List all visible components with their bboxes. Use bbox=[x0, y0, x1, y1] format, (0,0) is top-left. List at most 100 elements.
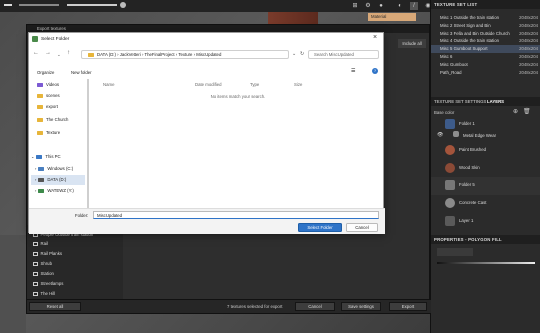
column-header-size[interactable]: Size bbox=[294, 82, 302, 87]
checkbox[interactable] bbox=[33, 271, 38, 277]
checklist-item[interactable]: Station bbox=[33, 269, 54, 278]
organize-menu[interactable]: Organize bbox=[37, 70, 54, 75]
column-header-name[interactable]: Name bbox=[103, 82, 114, 87]
flow-slider-track[interactable] bbox=[19, 4, 59, 6]
layer-row[interactable]: Layer 1 bbox=[431, 213, 540, 231]
brush-size-slider-track[interactable] bbox=[4, 4, 12, 6]
chevron-right-icon: › bbox=[35, 177, 37, 182]
tab-layers[interactable]: LAYERS bbox=[487, 97, 504, 106]
dialog-footer: Folder: MiscUpdated Select Folder Cancel bbox=[29, 208, 385, 234]
texture-set-item[interactable]: Misc 2 Street Sign and Bin 2048x204 bbox=[431, 22, 540, 30]
folder-icon bbox=[37, 117, 43, 123]
folder-name-input[interactable]: MiscUpdated bbox=[93, 211, 379, 219]
nav-item[interactable]: scenes bbox=[37, 91, 60, 101]
checkbox[interactable] bbox=[33, 281, 38, 287]
checklist-item[interactable]: Rail Planks bbox=[33, 249, 62, 258]
checklist-item[interactable]: The Hill bbox=[33, 289, 55, 298]
layer-thumbnail bbox=[445, 198, 455, 208]
folder-icon bbox=[37, 104, 43, 110]
checkbox[interactable] bbox=[33, 291, 38, 297]
opacity-slider-track[interactable] bbox=[67, 4, 117, 6]
settings-icon[interactable]: ⚙ bbox=[364, 2, 372, 10]
checkbox[interactable] bbox=[33, 261, 38, 267]
chevron-right-icon: › bbox=[35, 188, 37, 193]
layer-row[interactable]: Wood Skin bbox=[431, 160, 540, 178]
chevron-down-icon: ⌄ bbox=[31, 154, 35, 159]
chevron-down-icon[interactable]: ⌄ bbox=[292, 51, 296, 57]
checkbox[interactable] bbox=[33, 251, 38, 257]
nav-item-this-pc[interactable]: ⌄ This PC bbox=[31, 152, 61, 162]
texture-set-item[interactable]: Path_Road 2048x204 bbox=[431, 69, 540, 77]
folder-icon bbox=[88, 52, 94, 58]
gradient-slider[interactable] bbox=[437, 262, 535, 264]
drive-icon bbox=[38, 188, 45, 193]
chevron-down-icon[interactable]: ⌄ bbox=[57, 52, 61, 58]
select-folder-button[interactable]: Select Folder bbox=[298, 223, 342, 232]
layer-thumbnail bbox=[445, 145, 455, 155]
folder-icon bbox=[37, 93, 43, 99]
save-settings-button[interactable]: Save settings bbox=[341, 302, 381, 311]
texture-set-list: Misc 1 Outside the train station 2048x204… bbox=[431, 9, 540, 76]
address-bar[interactable]: DATA (D:) › JackVetteri › TheFinalProjec… bbox=[81, 50, 289, 59]
eye-icon[interactable]: 👁 bbox=[437, 132, 443, 138]
include-all-button[interactable]: Include all bbox=[398, 39, 426, 48]
nav-item-drive[interactable]: › Windows (C:) bbox=[35, 164, 73, 174]
nav-item[interactable]: Texture bbox=[37, 128, 60, 138]
close-icon[interactable]: × bbox=[373, 34, 377, 41]
texture-set-item[interactable]: Misc 3 Fella and Bin Outside Church 2048x… bbox=[431, 30, 540, 38]
help-icon[interactable]: ? bbox=[372, 68, 378, 74]
back-arrow-icon[interactable]: ← bbox=[33, 50, 39, 56]
brush-icon[interactable]: / bbox=[410, 2, 418, 10]
refresh-icon[interactable]: ↻ bbox=[300, 51, 304, 57]
export-button[interactable]: Export bbox=[389, 302, 427, 311]
checkbox[interactable] bbox=[33, 241, 38, 247]
cancel-button[interactable]: Cancel bbox=[295, 302, 335, 311]
nav-item[interactable]: export bbox=[37, 102, 58, 112]
layer-row[interactable]: Concrete Cast bbox=[431, 195, 540, 213]
sphere-icon[interactable]: ● bbox=[377, 2, 385, 10]
drive-icon bbox=[38, 166, 45, 171]
checklist-item[interactable]: Shrub bbox=[33, 259, 52, 268]
layer-row[interactable]: Paint Brushed bbox=[431, 142, 540, 160]
fill-mode-icons[interactable] bbox=[437, 248, 473, 256]
view-options-icon[interactable]: ☰ bbox=[351, 68, 355, 74]
grid-icon[interactable]: ⊞ bbox=[351, 2, 359, 10]
texture-set-item[interactable]: Misc 1 Outside the train station 2048x204 bbox=[431, 14, 540, 22]
folder-label: Folder: bbox=[75, 213, 89, 218]
delete-icon[interactable]: 🗑 bbox=[523, 108, 531, 115]
nav-item-drive-selected[interactable]: › DATA (D:) bbox=[31, 175, 85, 185]
folder-icon bbox=[37, 130, 43, 136]
forward-arrow-icon[interactable]: → bbox=[45, 50, 51, 56]
checklist-item[interactable]: Streetlamps bbox=[33, 279, 63, 288]
nav-item[interactable]: Videos bbox=[37, 80, 59, 90]
new-folder-button[interactable]: New folder bbox=[71, 70, 92, 75]
export-status-text: 7 textures selected for export bbox=[227, 304, 283, 309]
reset-all-button[interactable]: Reset all bbox=[29, 302, 81, 311]
add-layer-icon[interactable]: ⊕ bbox=[513, 108, 518, 115]
empty-message: No items match your search. bbox=[210, 94, 266, 99]
material-swatch-label[interactable]: Material bbox=[368, 13, 416, 21]
viewport-rock-surface bbox=[0, 235, 26, 333]
column-header-date[interactable]: Date modified bbox=[195, 82, 222, 87]
chevron-right-icon: › bbox=[35, 166, 37, 171]
nav-item-drive[interactable]: › WATEWZ (Y:) bbox=[35, 186, 74, 196]
texture-set-list-header: TEXTURE SET LIST bbox=[431, 0, 540, 9]
search-input[interactable]: Search MiscUpdated bbox=[308, 50, 379, 59]
slider-handle[interactable] bbox=[120, 2, 126, 8]
layers-tab-bar: TEXTURE SET SETTINGS LAYERS bbox=[431, 97, 540, 106]
nav-item[interactable]: The Church bbox=[37, 115, 68, 125]
checklist-item[interactable]: Rail bbox=[33, 239, 48, 248]
up-arrow-icon[interactable]: ↑ bbox=[67, 50, 70, 56]
texture-set-item[interactable]: Misc 6 2048x204 bbox=[431, 53, 540, 61]
texture-set-item[interactable]: Misc 4 Outside the train station 2048x204 bbox=[431, 37, 540, 45]
texture-set-item[interactable]: Misc Gumboot 2048x204 bbox=[431, 61, 540, 69]
tab-texture-set-settings[interactable]: TEXTURE SET SETTINGS bbox=[434, 97, 486, 106]
mask-icon[interactable]: ◐ bbox=[396, 2, 404, 10]
blend-mode-dropdown[interactable]: Base color bbox=[434, 109, 464, 116]
texture-set-item-selected[interactable]: Misc 5 Gumboot Support 2048x204 bbox=[431, 45, 540, 53]
cancel-button[interactable]: Cancel bbox=[346, 223, 378, 232]
nav-scrollbar[interactable] bbox=[87, 79, 89, 209]
layer-row[interactable]: Folder 5 bbox=[431, 177, 540, 195]
dialog-title: Select Folder bbox=[41, 37, 70, 42]
column-header-type[interactable]: Type bbox=[250, 82, 259, 87]
